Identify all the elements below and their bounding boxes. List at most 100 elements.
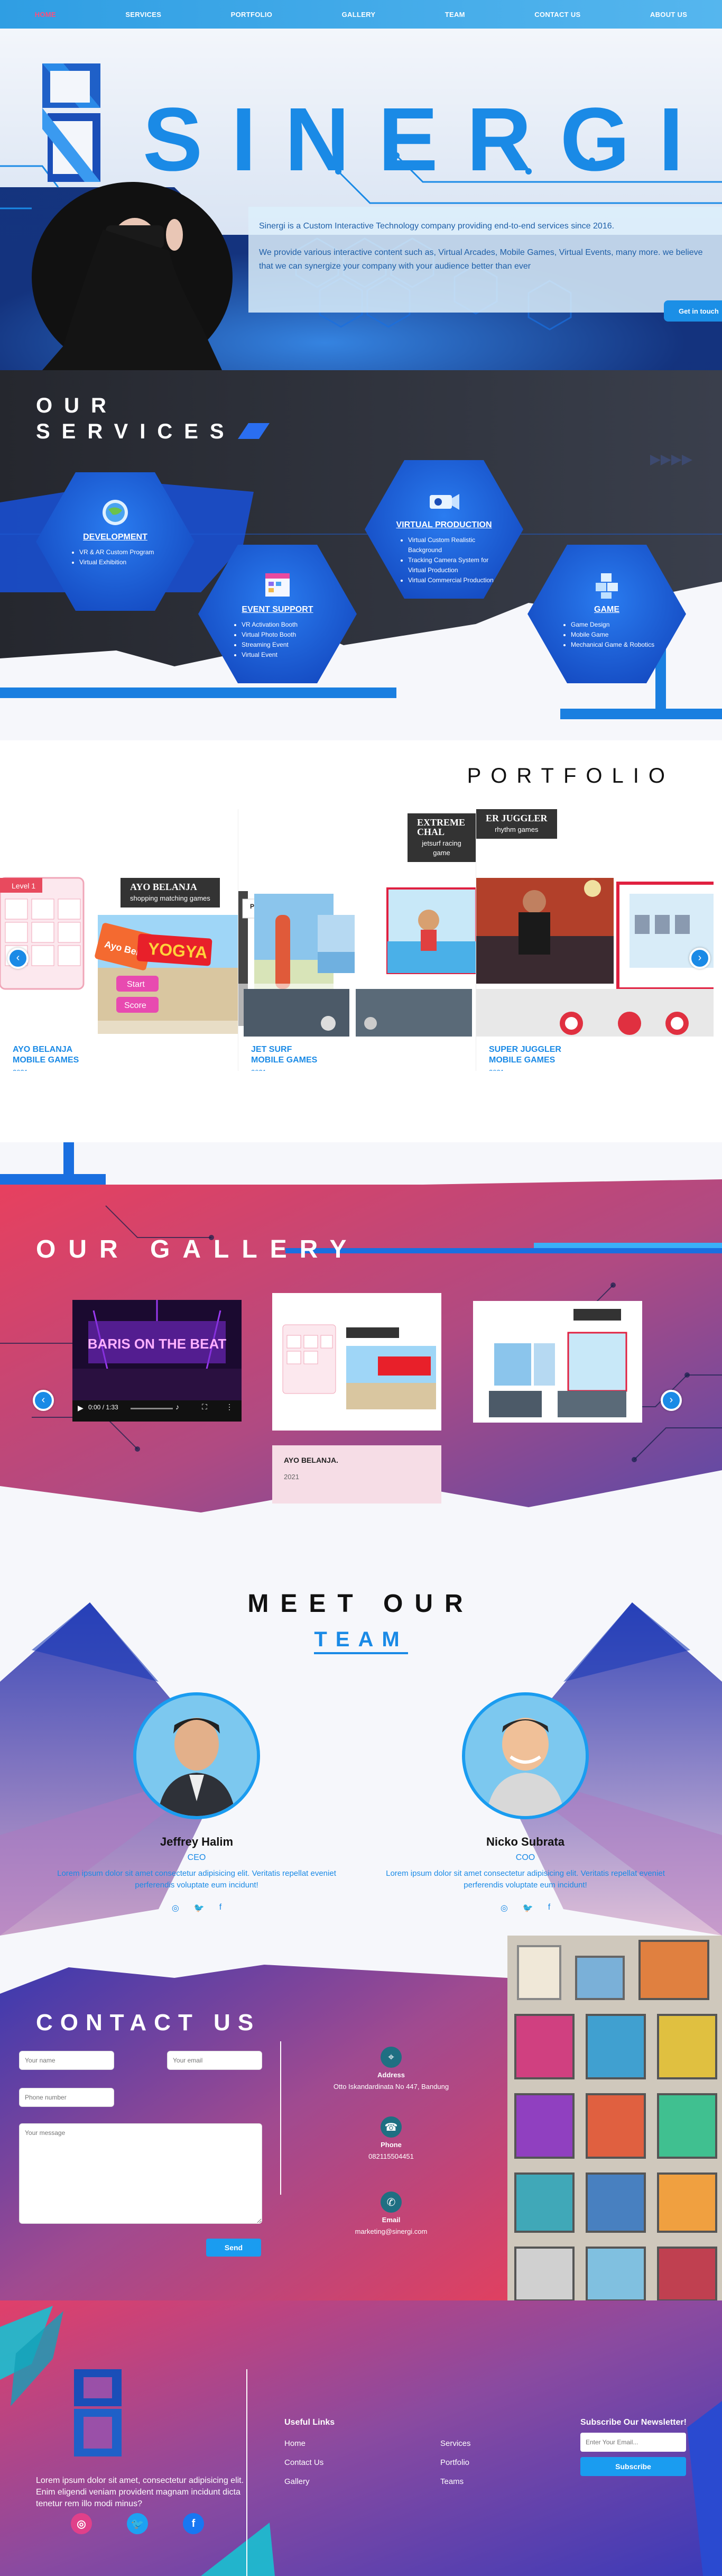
- service-bullet: VR Activation Booth: [242, 620, 336, 630]
- email-label: Email: [382, 2216, 401, 2224]
- nav-about[interactable]: ABOUT US: [650, 11, 687, 19]
- name-field[interactable]: [19, 2051, 114, 2070]
- mock-score-label: Score: [124, 1001, 146, 1010]
- portfolio-prev-button[interactable]: ‹: [7, 948, 29, 969]
- footer-description: Lorem ipsum dolor sit amet, consectetur …: [36, 2476, 244, 2508]
- portfolio-tag: AYO BELANJA shopping matching games: [121, 878, 220, 907]
- twitter-icon[interactable]: 🐦: [127, 2513, 148, 2534]
- portfolio-card-super-juggler[interactable]: ER JUGGLER rhythm games SUPER JUGGLER MOBI…: [476, 809, 714, 1071]
- service-bullet: Virtual Photo Booth: [242, 630, 336, 640]
- service-bullet: Mobile Game: [571, 630, 665, 640]
- instagram-icon[interactable]: ◎: [501, 1903, 508, 1913]
- facebook-icon[interactable]: f: [219, 1903, 221, 1913]
- footer-link-teams[interactable]: Teams: [440, 2477, 464, 2486]
- subscribe-button[interactable]: Subscribe: [580, 2457, 686, 2476]
- avatar: [133, 1692, 260, 1819]
- gallery-video-player[interactable]: BARIS ON THE BEAT ▶ 0:00 / 1:33 ♪ ⛶ ⋮: [72, 1300, 242, 1422]
- service-title: VIRTUAL PRODUCTION: [396, 520, 492, 529]
- hero-about-text-1: Sinergi is a Custom Interactive Technolo…: [259, 222, 615, 231]
- gallery-caption-title: AYO BELANJA.: [284, 1456, 338, 1464]
- twitter-icon[interactable]: 🐦: [194, 1903, 205, 1913]
- phone-label: Phone: [381, 2141, 402, 2149]
- team-section: MEET OUR TEAM Jeffrey Halim CEO Lorem ip…: [0, 1571, 722, 1936]
- hero-section: SINERGI Sinergi is a Custom Interactive …: [0, 29, 722, 370]
- message-field[interactable]: [19, 2123, 262, 2224]
- portfolio-image-ayo-belanja: Level 1 Ayo Belanja YOGYA Start Score: [0, 873, 238, 1037]
- blocks-icon: [588, 569, 625, 601]
- service-bullet: Game Design: [571, 620, 665, 630]
- hero-brand-title: SINERGI: [143, 89, 712, 190]
- hero-circuit-background: [0, 29, 722, 370]
- address-value: Otto Iskandardinata No 447, Bandung: [333, 2083, 449, 2091]
- service-title: EVENT SUPPORT: [242, 605, 313, 614]
- gallery-prev-button[interactable]: ‹: [33, 1390, 54, 1411]
- video-play-icon[interactable]: ▶: [78, 1404, 84, 1413]
- service-bullet: Virtual Event: [242, 650, 336, 660]
- nav-home[interactable]: HOME: [35, 11, 56, 19]
- service-bullet: Tracking Camera System for Virtual Produ…: [408, 555, 502, 575]
- instagram-icon[interactable]: ◎: [172, 1903, 179, 1913]
- footer-link-contact[interactable]: Contact Us: [284, 2458, 323, 2467]
- camera-icon: [425, 484, 462, 516]
- gallery-image-ayo-belanja: [272, 1293, 441, 1431]
- phone-field[interactable]: [19, 2088, 114, 2107]
- service-title: DEVELOPMENT: [83, 533, 147, 542]
- nav-gallery[interactable]: GALLERY: [342, 11, 376, 19]
- footer-link-services[interactable]: Services: [440, 2439, 471, 2448]
- email-value: marketing@sinergi.com: [355, 2227, 428, 2235]
- gallery-wall-photo: [507, 1936, 722, 2300]
- footer-link-gallery[interactable]: Gallery: [284, 2477, 310, 2486]
- portfolio-date: 2021: [251, 1068, 266, 1071]
- nav-team[interactable]: TEAM: [445, 11, 465, 19]
- portfolio-tag-sub: rhythm games: [495, 826, 539, 833]
- gallery-section: OUR GALLERY BARIS ON THE BEAT ▶ 0:00 / 1…: [0, 1142, 722, 1571]
- service-bullet: Virtual Custom Realistic Background: [408, 535, 502, 555]
- member-role: COO: [515, 1853, 535, 1862]
- useful-links-heading: Useful Links: [284, 2418, 335, 2427]
- portfolio-next-button[interactable]: ›: [689, 948, 710, 969]
- email-field[interactable]: [167, 2051, 262, 2070]
- phone-icon: ☎: [381, 2116, 402, 2138]
- volume-icon[interactable]: ♪: [175, 1402, 179, 1411]
- map-pin-icon: ⌖: [381, 2047, 402, 2068]
- send-button[interactable]: Send: [206, 2239, 261, 2257]
- newsletter-email-input[interactable]: [580, 2433, 686, 2452]
- portfolio-title-text: JET SURF MOBILE GAMES: [251, 1045, 318, 1065]
- portfolio-tag: ER JUGGLER rhythm games: [476, 809, 557, 839]
- facebook-icon[interactable]: f: [183, 2513, 204, 2534]
- contact-email: ✆ Email marketing@sinergi.com: [328, 2192, 455, 2236]
- footer-link-home[interactable]: Home: [284, 2439, 306, 2448]
- globe-icon: [97, 497, 134, 528]
- gallery-card-ayo-belanja[interactable]: [272, 1293, 441, 1431]
- gallery-next-button[interactable]: ›: [661, 1390, 682, 1411]
- video-neon-text: BARIS ON THE BEAT: [88, 1336, 227, 1352]
- fullscreen-icon[interactable]: ⛶: [202, 1402, 207, 1411]
- video-progress-bar[interactable]: [131, 1408, 173, 1409]
- service-title: GAME: [594, 605, 619, 614]
- portfolio-title-text: SUPER JUGGLER MOBILE GAMES: [489, 1045, 561, 1065]
- instagram-icon[interactable]: ◎: [71, 2513, 92, 2534]
- contact-phone: ☎ Phone 082115504451: [328, 2116, 455, 2161]
- twitter-icon[interactable]: 🐦: [523, 1903, 533, 1913]
- services-section: OUR SERVICES DEVELOPMENT VR & AR Custom …: [0, 370, 722, 740]
- footer-link-portfolio[interactable]: Portfolio: [440, 2458, 469, 2467]
- team-member-card: Jeffrey Halim CEO Lorem ipsum dolor sit …: [49, 1692, 345, 1913]
- gallery-card-jet-surf[interactable]: [473, 1301, 642, 1423]
- footer: Lorem ipsum dolor sit amet, consectetur …: [0, 2300, 722, 2576]
- portfolio-card-ayo-belanja[interactable]: Level 1 Ayo Belanja YOGYA Start Score AY…: [0, 809, 238, 1071]
- facebook-icon[interactable]: f: [548, 1903, 550, 1913]
- nav-services[interactable]: SERVICES: [125, 11, 161, 19]
- gallery-caption-date: 2021: [284, 1473, 299, 1481]
- team-title-line2: TEAM: [0, 1628, 722, 1654]
- portfolio-card-jet-surf[interactable]: PLAY EXTREME CHALjetsurf racing game JET…: [238, 809, 476, 1071]
- calendar-icon: [259, 569, 296, 601]
- portfolio-tag-sub: shopping matching games: [130, 894, 210, 902]
- more-options-icon[interactable]: ⋮: [226, 1402, 233, 1411]
- nav-portfolio[interactable]: PORTFOLIO: [231, 11, 273, 19]
- get-in-touch-button[interactable]: Get in touch: [664, 300, 722, 322]
- gallery-caption: AYO BELANJA. 2021: [272, 1445, 441, 1504]
- service-bullet: Virtual Exhibition: [79, 557, 173, 567]
- nav-contact[interactable]: CONTACT US: [534, 11, 580, 19]
- contact-section: CONTACT US Send ⌖ Address Otto Iskandard…: [0, 1936, 722, 2300]
- service-bullet: Mechanical Game & Robotics: [571, 640, 665, 650]
